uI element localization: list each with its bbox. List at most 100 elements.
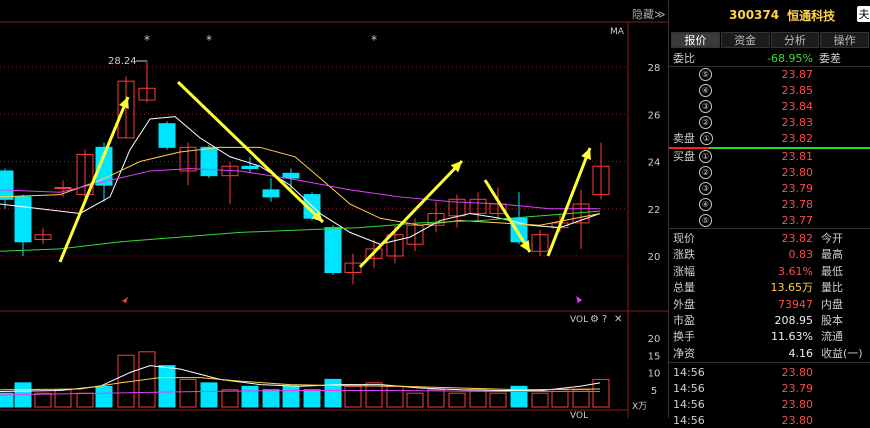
tick-time: 14:56	[673, 382, 705, 395]
settings-icon: ⚙	[590, 314, 599, 325]
star-marker: *	[371, 33, 377, 47]
up-volume-bar	[572, 389, 590, 408]
stat-label: 现价	[673, 232, 695, 245]
sell-buy-divider-red	[669, 147, 709, 149]
stat-row: 市盈 208.95 股本	[669, 313, 869, 328]
sell-price: 23.87	[781, 68, 814, 81]
down-volume-bar	[303, 389, 321, 408]
price-tick-label: 28	[648, 63, 661, 74]
stat-value: 4.16	[788, 346, 814, 360]
stat-row: 涨幅 3.61% 最低	[669, 264, 869, 279]
divider	[669, 362, 870, 363]
level-number: ⑤	[699, 68, 712, 81]
annotation-arrow	[358, 159, 464, 269]
stat-label: 总量	[673, 281, 695, 295]
stat-ext-label: 内盘	[821, 297, 843, 311]
down-candle	[282, 172, 300, 179]
annotation-arrow	[483, 179, 532, 253]
stat-label: 涨跌	[673, 248, 695, 262]
up-volume-bar	[344, 385, 362, 408]
up-volume-bar	[489, 392, 507, 408]
down-volume-bar	[262, 389, 280, 408]
sell-level-3[interactable]: ③ 23.84	[669, 99, 869, 114]
tick-row: 14:56 23.80	[669, 413, 869, 428]
up-volume-bar	[386, 385, 404, 408]
stat-value: 11.63%	[771, 330, 813, 344]
stock-name: 恒通科技	[787, 8, 836, 23]
level-number: ⑤	[699, 214, 712, 227]
buy-level-4[interactable]: ④ 23.78	[669, 197, 869, 212]
price-tick-label: 24	[648, 158, 661, 169]
stat-value: 13.65万	[770, 281, 814, 295]
sell-level-5[interactable]: ⑤ 23.87	[669, 67, 869, 82]
tick-price: 23.80	[781, 414, 814, 427]
sell-level-1[interactable]: 卖盘 ① 23.82	[669, 131, 869, 146]
stat-value: 3.61%	[778, 264, 813, 278]
volume-tick-label: 5	[651, 386, 657, 397]
tab-operate[interactable]: 操作	[820, 32, 869, 48]
down-candle	[200, 146, 218, 177]
kline-chart-area[interactable]: 28 26 24 22 20 28.24 * * * MA 20 15 10 5 X万 VOL ⚙? ✕ VOL 隐…	[0, 0, 668, 418]
level-number: ②	[699, 166, 712, 179]
volume-unit-label: X万	[632, 402, 647, 412]
down-volume-bar	[95, 385, 113, 408]
stat-ext-label: 最高	[821, 248, 843, 262]
stat-row: 涨跌 0.83 最高	[669, 247, 869, 262]
tick-price: 23.80	[781, 366, 814, 379]
annotation-arrow	[546, 147, 592, 257]
high-price-label: 28.24	[108, 56, 137, 67]
buy-level-2[interactable]: ② 23.80	[669, 165, 869, 180]
price-tick-label: 26	[648, 110, 661, 121]
weibi-row: 委比 -68.95% 委差	[669, 51, 869, 66]
sell-level-4[interactable]: ④ 23.85	[669, 83, 869, 98]
tick-row: 14:56 23.80	[669, 365, 869, 380]
up-volume-bar	[448, 392, 466, 408]
stat-row: 现价 23.82 今开	[669, 231, 869, 246]
down-volume-bar	[282, 385, 300, 408]
sell-buy-divider-green	[709, 147, 870, 149]
up-candle	[54, 186, 72, 189]
tab-analysis[interactable]: 分析	[770, 32, 820, 48]
buy-level-3[interactable]: ③ 23.79	[669, 181, 869, 196]
down-candle	[0, 170, 14, 200]
buy-label: 买盘	[673, 150, 695, 163]
level-number: ③	[699, 182, 712, 195]
level-number: ①	[700, 132, 713, 145]
kline-svg[interactable]: 282624222028.24* * *MA2015105X万VOL ⚙? ✕VOL	[0, 0, 668, 418]
stat-value: 208.95	[774, 314, 814, 327]
stat-row: 净资 4.16 收益(一)	[669, 346, 869, 361]
price-tick-label: 22	[648, 205, 661, 216]
tab-quote[interactable]: 报价	[671, 32, 720, 48]
buy-level-5[interactable]: ⑤ 23.77	[669, 213, 869, 228]
volume-ma10-line	[0, 377, 601, 391]
sell-level-2[interactable]: ② 23.83	[669, 115, 869, 130]
down-candle	[14, 196, 32, 243]
buy-price: 23.78	[781, 198, 814, 211]
close-icon: ✕	[614, 314, 622, 325]
buy-level-1[interactable]: 买盘 ① 23.81	[669, 149, 869, 164]
help-icon: ?	[602, 314, 607, 325]
tick-time: 14:56	[673, 366, 705, 379]
level-number: ③	[699, 100, 712, 113]
up-volume-bar	[469, 389, 487, 408]
volume-tick-label: 10	[648, 369, 661, 380]
up-volume-bar	[406, 392, 424, 408]
stat-row: 总量 13.65万 量比	[669, 280, 869, 295]
corner-button[interactable]: 夫	[857, 6, 870, 22]
sell-price: 23.84	[781, 100, 814, 113]
hide-button[interactable]: 隐藏≫	[632, 6, 666, 22]
stat-ext-label: 量比	[821, 281, 843, 295]
ma-label: MA	[610, 27, 625, 37]
tick-price: 23.79	[781, 382, 814, 395]
stock-header: 300374 恒通科技 夫	[669, 0, 870, 30]
divider	[669, 228, 870, 229]
volume-tick-label: 15	[648, 351, 661, 362]
volume-ma20-line	[0, 389, 600, 396]
level-number: ④	[699, 84, 712, 97]
down-volume-bar	[324, 378, 342, 408]
weibi-value: -68.95%	[767, 52, 813, 65]
volume-label-bottom: VOL	[570, 411, 588, 418]
star-marker: *	[144, 33, 150, 47]
tab-funds[interactable]: 资金	[720, 32, 770, 48]
up-volume-bar	[34, 392, 52, 408]
